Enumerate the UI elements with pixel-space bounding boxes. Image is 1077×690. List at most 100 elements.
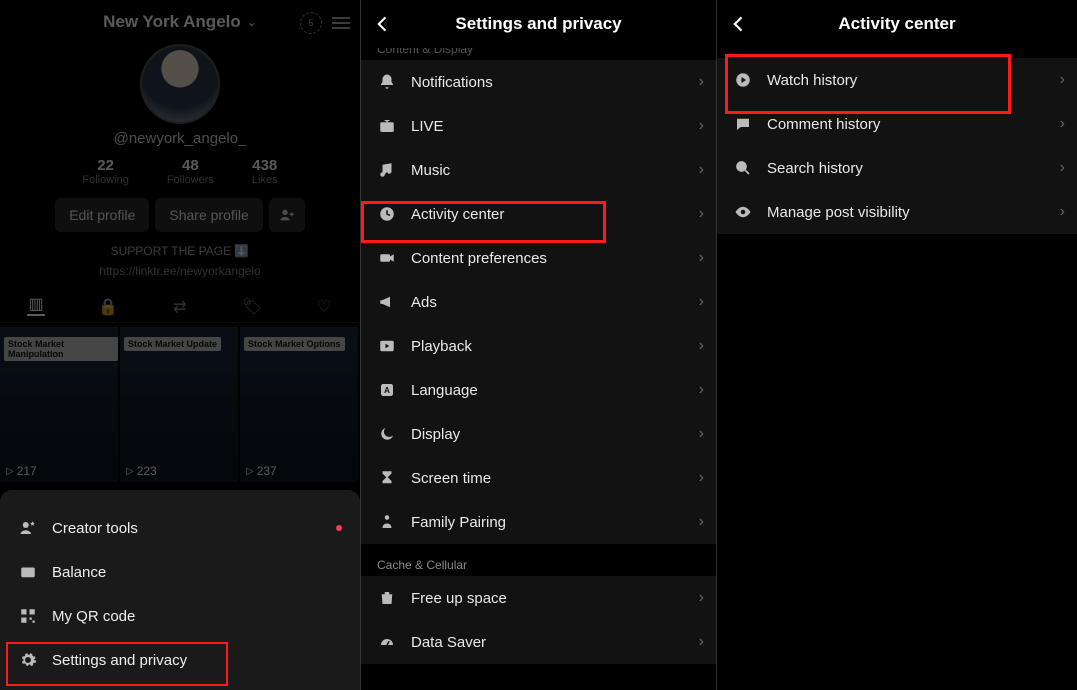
sheet-balance[interactable]: Balance	[0, 550, 360, 594]
lock-tab-icon[interactable]: 🔒	[99, 298, 117, 316]
family-icon	[377, 512, 397, 532]
menu-item-label: Display	[411, 426, 460, 443]
stat-following[interactable]: 22Following	[82, 157, 128, 186]
stat-followers[interactable]: 48Followers	[167, 157, 214, 186]
repost-tab-icon[interactable]: ⇄	[171, 298, 189, 316]
chevron-right-icon: ›	[699, 293, 704, 311]
gauge-icon	[377, 632, 397, 652]
notification-dot-icon	[336, 525, 342, 531]
menu-search-history[interactable]: Search history›	[717, 146, 1077, 190]
trash-icon	[377, 588, 397, 608]
sheet-item-label: My QR code	[52, 608, 135, 625]
profile-header: New York Angelo ⌄ 5	[0, 0, 360, 38]
menu-content-preferences[interactable]: Content preferences›	[361, 236, 716, 280]
menu-manage-post-visibility[interactable]: Manage post visibility ›	[717, 190, 1077, 234]
search-icon	[733, 158, 753, 178]
menu-language[interactable]: ALanguage›	[361, 368, 716, 412]
heart-tab-icon[interactable]: ♡	[315, 298, 333, 316]
profile-handle: @newyork_angelo_	[0, 130, 360, 147]
menu-data-saver[interactable]: Data Saver›	[361, 620, 716, 664]
chevron-right-icon: ›	[699, 205, 704, 223]
menu-item-label: Watch history	[767, 72, 857, 89]
sheet-creator-tools[interactable]: Creator tools	[0, 506, 360, 550]
chevron-right-icon: ›	[699, 161, 704, 179]
menu-free-up-space[interactable]: Free up space›	[361, 576, 716, 620]
menu-item-label: Manage post visibility	[767, 204, 910, 221]
stat-likes[interactable]: 438Likes	[252, 157, 278, 186]
sheet-item-label: Settings and privacy	[52, 652, 187, 669]
chevron-right-icon: ›	[1060, 203, 1065, 221]
video-thumb[interactable]: Stock Market Options237	[240, 327, 358, 482]
chevron-right-icon: ›	[699, 337, 704, 355]
sheet-item-label: Creator tools	[52, 520, 138, 537]
profile-display-name[interactable]: New York Angelo	[103, 12, 241, 32]
menu-item-label: Family Pairing	[411, 514, 506, 531]
person-star-icon	[18, 518, 38, 538]
menu-comment-history[interactable]: Comment history ›	[717, 102, 1077, 146]
camera-icon	[377, 248, 397, 268]
profile-tabs: ▥ 🔒 ⇄ 🏷 ♡	[0, 298, 360, 323]
activity-menu: Watch history › Comment history › Search h…	[717, 58, 1077, 234]
menu-music[interactable]: Music›	[361, 148, 716, 192]
menu-item-label: Comment history	[767, 116, 880, 133]
menu-watch-history[interactable]: Watch history ›	[717, 58, 1077, 102]
titlebar: Activity center	[717, 0, 1077, 48]
bio-link[interactable]: https://linktr.ee/newyorkangelo	[0, 264, 360, 278]
music-icon	[377, 160, 397, 180]
section-header: Content & Display	[361, 48, 716, 56]
avatar[interactable]	[140, 44, 220, 124]
menu-family-pairing[interactable]: Family Pairing ›	[361, 500, 716, 544]
menu-item-label: Data Saver	[411, 634, 486, 651]
section-header: Cache & Cellular	[361, 558, 716, 572]
chevron-right-icon: ›	[699, 513, 704, 531]
comment-icon	[733, 114, 753, 134]
play-icon	[377, 336, 397, 356]
menu-icon[interactable]	[332, 17, 350, 29]
sheet-item-label: Balance	[52, 564, 106, 581]
menu-activity-center[interactable]: Activity center ›	[361, 192, 716, 236]
menu-live[interactable]: LIVE›	[361, 104, 716, 148]
bio-line: SUPPORT THE PAGE ⬇️	[0, 244, 360, 258]
grid-tab-icon[interactable]: ▥	[27, 298, 45, 316]
settings-menu: Notifications› LIVE› Music› Activity cen…	[361, 60, 716, 544]
lang-icon: A	[377, 380, 397, 400]
clock-icon	[377, 204, 397, 224]
coin-badge-icon[interactable]: 5	[300, 12, 322, 34]
video-grid: Stock Market Manipulation217 Stock Marke…	[0, 327, 360, 482]
bottom-sheet: Creator tools Balance My QR code Setting…	[0, 490, 360, 690]
back-button[interactable]	[725, 10, 753, 38]
sheet-qr-code[interactable]: My QR code	[0, 594, 360, 638]
wallet-icon	[18, 562, 38, 582]
chevron-right-icon: ›	[699, 381, 704, 399]
edit-profile-button[interactable]: Edit profile	[55, 198, 149, 232]
back-button[interactable]	[369, 10, 397, 38]
menu-item-label: Free up space	[411, 590, 507, 607]
profile-pane: New York Angelo ⌄ 5 @newyork_angelo_ 22F…	[0, 0, 361, 690]
page-title: Settings and privacy	[455, 14, 621, 34]
moon-icon	[377, 424, 397, 444]
menu-display[interactable]: Display ›	[361, 412, 716, 456]
chevron-down-icon: ⌄	[247, 15, 257, 29]
menu-item-label: Ads	[411, 294, 437, 311]
menu-notifications[interactable]: Notifications›	[361, 60, 716, 104]
video-thumb[interactable]: Stock Market Manipulation217	[0, 327, 118, 482]
bookmark-tab-icon[interactable]: 🏷	[243, 298, 261, 316]
share-profile-button[interactable]: Share profile	[155, 198, 262, 232]
menu-screen-time[interactable]: Screen time›	[361, 456, 716, 500]
page-title: Activity center	[838, 14, 955, 34]
menu-item-label: Search history	[767, 160, 863, 177]
menu-item-label: Content preferences	[411, 250, 547, 267]
menu-item-label: Activity center	[411, 206, 504, 223]
bell-icon	[377, 72, 397, 92]
chevron-right-icon: ›	[1060, 71, 1065, 89]
megaphone-icon	[377, 292, 397, 312]
add-friend-button[interactable]	[269, 198, 305, 232]
chevron-right-icon: ›	[1060, 115, 1065, 133]
video-thumb[interactable]: Stock Market Update223	[120, 327, 238, 482]
sheet-settings-privacy[interactable]: Settings and privacy	[0, 638, 360, 682]
menu-ads[interactable]: Ads ›	[361, 280, 716, 324]
chevron-right-icon: ›	[699, 425, 704, 443]
settings-pane: Settings and privacy Content & Display N…	[361, 0, 717, 690]
hourglass-icon	[377, 468, 397, 488]
menu-playback[interactable]: Playback›	[361, 324, 716, 368]
